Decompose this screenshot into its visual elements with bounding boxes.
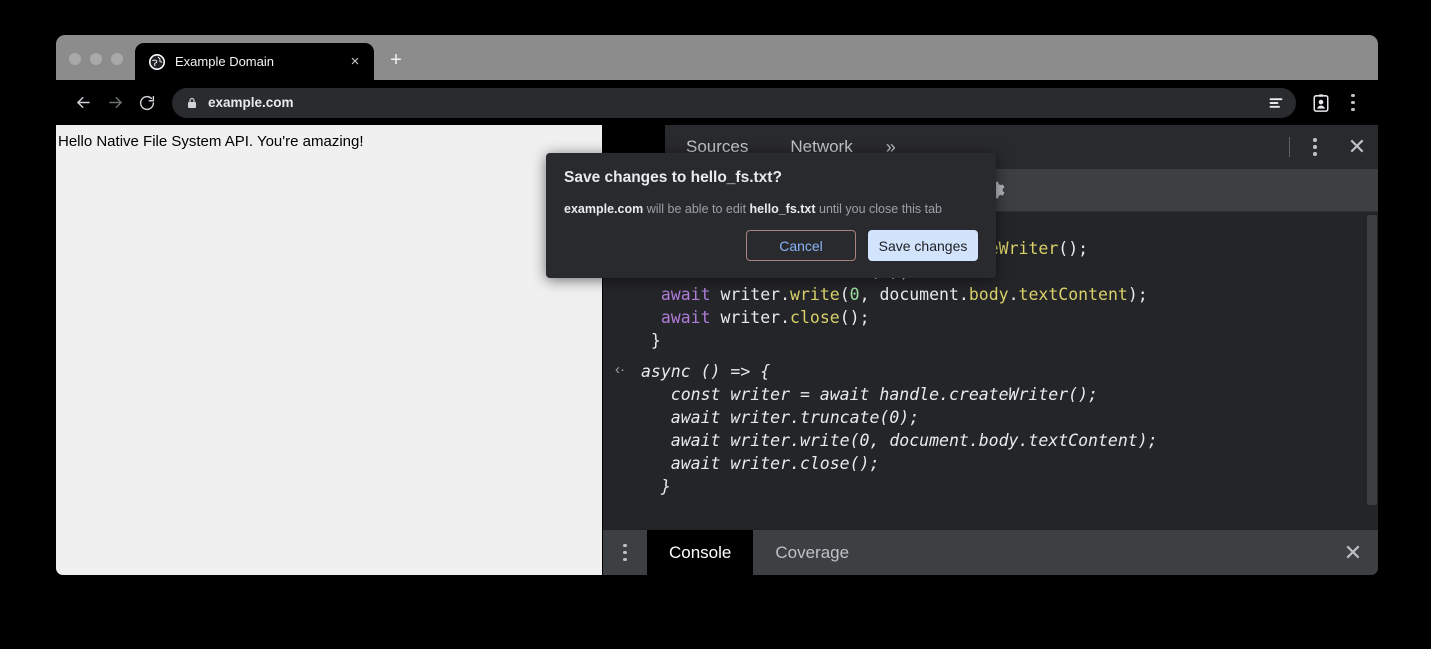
cancel-button[interactable]: Cancel	[746, 230, 856, 261]
code-token: , document.	[860, 285, 969, 304]
code-token: await	[661, 308, 711, 327]
browser-tab-example-domain[interactable]: Example Domain ×	[135, 43, 374, 80]
url-text: example.com	[208, 95, 1252, 110]
reload-icon[interactable]	[132, 88, 162, 118]
drawer-close-icon[interactable]: ✕	[1328, 530, 1378, 575]
window-traffic-lights	[56, 53, 135, 80]
result-arrow-icon: ‹·	[615, 358, 625, 381]
close-tab-icon[interactable]: ×	[345, 52, 365, 72]
console-result-line: }	[603, 475, 1378, 498]
code-token: writer.	[711, 285, 790, 304]
drawer-spacer	[871, 530, 1328, 575]
code-token	[641, 285, 661, 304]
code-token: .	[1009, 285, 1019, 304]
browser-toolbar: example.com	[56, 80, 1378, 125]
console-result-line: await writer.truncate(0);	[603, 406, 1378, 429]
kebab-icon	[1351, 94, 1355, 112]
code-token: await	[661, 285, 711, 304]
code-token: ();	[840, 308, 870, 327]
code-token: writer.	[711, 308, 790, 327]
minimize-window-button[interactable]	[90, 53, 102, 65]
drawer-tab-console[interactable]: Console	[647, 530, 753, 575]
code-token	[641, 308, 661, 327]
dialog-desc-mid: will be able to edit	[643, 202, 749, 216]
close-window-button[interactable]	[69, 53, 81, 65]
page-body-text: Hello Native File System API. You're ama…	[58, 133, 602, 152]
devtools-menu-icon[interactable]	[1294, 125, 1336, 169]
kebab-icon	[623, 544, 627, 562]
code-token: 0	[850, 285, 860, 304]
devtools-drawer: Console Coverage ✕	[603, 529, 1378, 575]
console-result-line: async () => {	[603, 360, 1378, 383]
code-token: close	[790, 308, 840, 327]
dialog-filename: hello_fs.txt	[750, 202, 816, 216]
console-code-line: }	[603, 329, 1378, 352]
tab-strip: Example Domain × +	[56, 35, 1378, 80]
dialog-actions: Cancel Save changes	[746, 230, 978, 261]
globe-icon	[149, 54, 165, 70]
code-token: textContent	[1019, 285, 1128, 304]
console-result-line: const writer = await handle.createWriter…	[603, 383, 1378, 406]
new-tab-button[interactable]: +	[382, 46, 410, 74]
code-token: body	[969, 285, 1009, 304]
console-code-line: await writer.close();	[603, 306, 1378, 329]
kebab-icon	[1313, 138, 1317, 156]
code-token: }	[641, 331, 661, 350]
profile-avatar-icon[interactable]	[1306, 88, 1336, 118]
dialog-origin: example.com	[564, 202, 643, 216]
console-code-line: await writer.write(0, document.body.text…	[603, 283, 1378, 306]
lock-icon	[186, 96, 198, 110]
drawer-tab-coverage[interactable]: Coverage	[753, 530, 871, 575]
close-icon: ✕	[1344, 540, 1362, 566]
browser-menu-icon[interactable]	[1338, 88, 1368, 118]
code-token: );	[1128, 285, 1148, 304]
code-token: (	[840, 285, 850, 304]
page-viewport: Hello Native File System API. You're ama…	[56, 125, 602, 575]
browser-window: Example Domain × +	[56, 35, 1378, 575]
dialog-title: Save changes to hello_fs.txt?	[564, 169, 978, 187]
drawer-menu-icon[interactable]	[603, 530, 647, 575]
divider	[1289, 137, 1290, 157]
code-token: write	[790, 285, 840, 304]
address-bar[interactable]: example.com	[172, 88, 1296, 118]
close-icon: ✕	[1348, 134, 1366, 160]
dialog-description: example.com will be able to edit hello_f…	[564, 202, 978, 216]
devtools-close-icon[interactable]: ✕	[1336, 125, 1378, 169]
console-scrollbar[interactable]	[1365, 212, 1378, 546]
code-token: ();	[1058, 239, 1088, 258]
back-icon[interactable]	[68, 88, 98, 118]
console-scrollbar-thumb[interactable]	[1367, 215, 1377, 505]
console-result-line: await writer.close();	[603, 452, 1378, 475]
console-result-block: ‹· async () => { const writer = await ha…	[603, 352, 1378, 498]
save-changes-button[interactable]: Save changes	[868, 230, 978, 261]
tab-title: Example Domain	[175, 54, 335, 69]
reading-list-icon[interactable]	[1262, 91, 1290, 115]
console-result-line: await writer.write(0, document.body.text…	[603, 429, 1378, 452]
dialog-desc-tail: until you close this tab	[816, 202, 942, 216]
save-changes-dialog: Save changes to hello_fs.txt? example.co…	[546, 153, 996, 278]
zoom-window-button[interactable]	[111, 53, 123, 65]
forward-icon[interactable]	[100, 88, 130, 118]
